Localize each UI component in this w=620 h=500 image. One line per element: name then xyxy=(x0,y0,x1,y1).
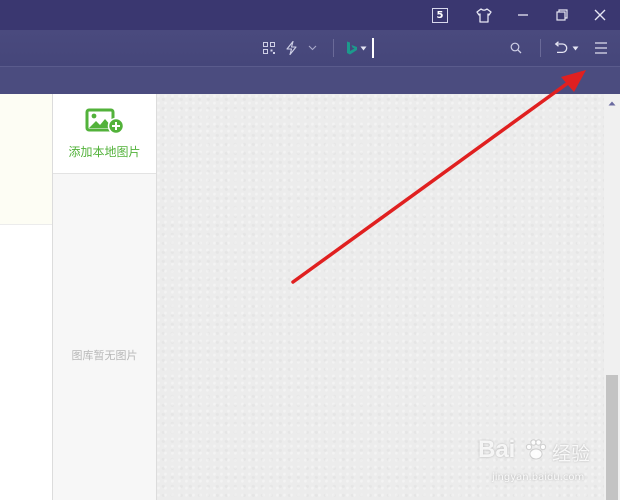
text-cursor xyxy=(372,38,374,58)
page-content-area xyxy=(0,94,52,500)
scrollbar-thumb[interactable] xyxy=(606,375,618,500)
add-image-icon xyxy=(85,108,124,135)
restore-button[interactable] xyxy=(542,0,582,30)
close-button[interactable] xyxy=(580,0,620,30)
vertical-scrollbar[interactable] xyxy=(604,94,620,500)
minimize-button[interactable] xyxy=(503,0,543,30)
toolbar xyxy=(0,30,620,66)
accelerate-button[interactable] xyxy=(282,30,300,66)
title-bar: 5 xyxy=(0,0,620,30)
qr-code-button[interactable] xyxy=(260,30,278,66)
skin-button[interactable] xyxy=(464,0,504,30)
undo-icon xyxy=(554,41,568,54)
search-button[interactable] xyxy=(507,30,525,66)
menu-icon xyxy=(595,42,607,54)
search-icon xyxy=(510,42,522,54)
message-count-button[interactable]: 5 xyxy=(420,0,460,30)
bing-search-icon xyxy=(346,41,357,55)
more-dropdown-button[interactable] xyxy=(305,30,319,66)
caret-down-icon xyxy=(572,46,579,50)
chevron-down-icon xyxy=(308,45,316,51)
undo-button[interactable] xyxy=(551,30,581,66)
message-count-badge: 5 xyxy=(432,7,448,23)
image-library-panel: 添加本地图片 图库暂无图片 xyxy=(52,94,157,500)
scroll-up-button[interactable] xyxy=(604,94,620,112)
empty-library-text: 图库暂无图片 xyxy=(71,349,138,362)
qr-code-icon xyxy=(263,42,275,54)
search-engine-selector[interactable] xyxy=(342,30,370,66)
add-local-image-button[interactable]: 添加本地图片 xyxy=(53,94,156,174)
editor-canvas[interactable] xyxy=(157,94,604,500)
restore-icon xyxy=(556,9,568,21)
minimize-icon xyxy=(518,14,528,16)
add-local-image-label: 添加本地图片 xyxy=(68,145,141,159)
close-icon xyxy=(594,9,606,21)
toolbar-divider-2 xyxy=(540,39,541,57)
tshirt-icon xyxy=(476,7,492,23)
caret-up-icon xyxy=(608,101,616,105)
page-header-area xyxy=(0,94,52,225)
main-menu-button[interactable] xyxy=(589,30,613,66)
bookmark-bar xyxy=(0,66,620,94)
lightning-icon xyxy=(285,41,297,55)
caret-down-icon xyxy=(360,46,366,50)
toolbar-divider xyxy=(333,39,334,57)
